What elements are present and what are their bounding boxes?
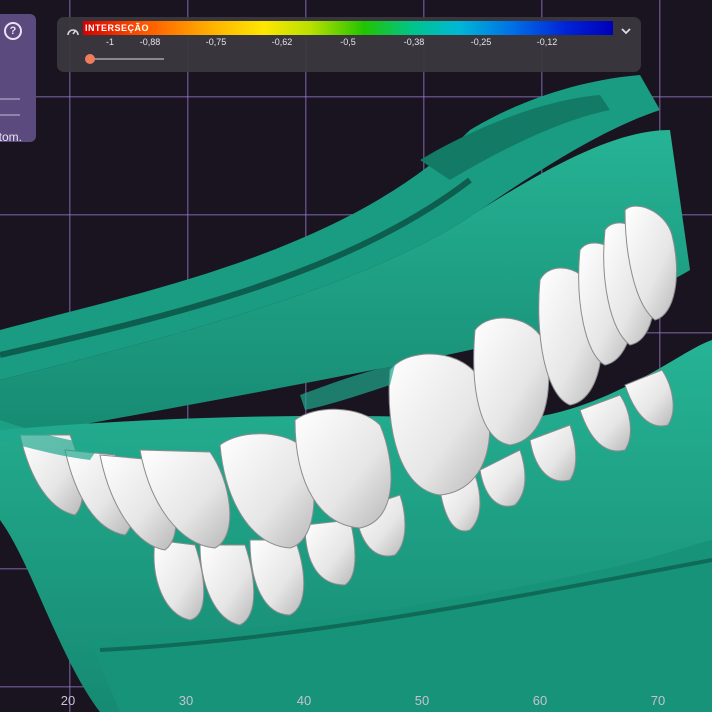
scale-tick: -0,12	[536, 37, 558, 47]
chevron-down-icon[interactable]	[620, 26, 632, 36]
x-axis-label: 30	[178, 693, 194, 708]
panel-dividers	[0, 98, 20, 130]
auto-label[interactable]: utom.	[0, 130, 22, 144]
x-axis-label: 50	[414, 693, 430, 708]
scale-tick: -0,25	[470, 37, 492, 47]
color-scale-bar	[83, 21, 613, 35]
scale-tick: -0,75	[205, 37, 227, 47]
x-axis-label: 20	[60, 693, 76, 708]
dental-model-view[interactable]	[0, 0, 712, 712]
scale-tick: -1	[105, 37, 115, 47]
scale-tick: -0,88	[139, 37, 161, 47]
x-axis-label: 40	[296, 693, 312, 708]
scale-tick: -0,5	[340, 37, 356, 47]
scale-tick: -0,38	[403, 37, 425, 47]
intersection-slider-handle[interactable]	[85, 54, 95, 64]
intersection-scale-toolbar: INTERSEÇÃO -1 -0,88 -0,75 -0,62 -0,5 -0,…	[57, 17, 641, 72]
scale-title: INTERSEÇÃO	[85, 23, 150, 33]
scale-tick: -0,62	[271, 37, 293, 47]
x-axis-label: 70	[650, 693, 666, 708]
gauge-icon[interactable]	[66, 25, 80, 39]
intersection-slider-track[interactable]	[90, 58, 164, 60]
x-axis-label: 60	[532, 693, 548, 708]
help-icon[interactable]: ?	[4, 22, 22, 40]
side-panel[interactable]: ? utom.	[0, 14, 36, 144]
